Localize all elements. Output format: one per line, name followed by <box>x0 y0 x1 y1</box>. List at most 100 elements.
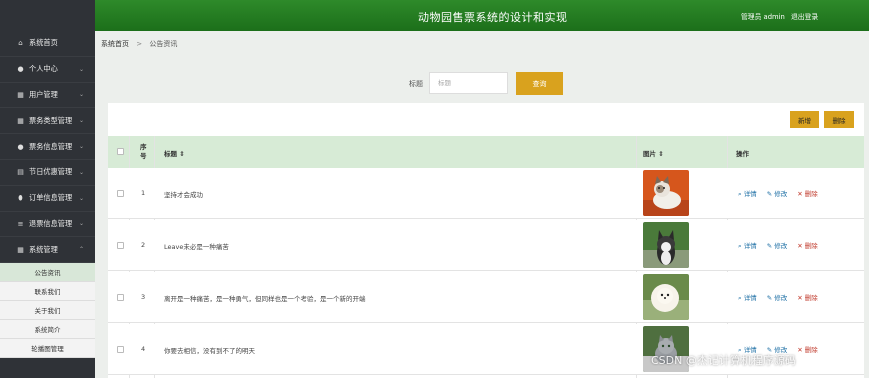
sidebar-item[interactable]: ▦ 用户管理 ⌄ <box>0 83 95 109</box>
sidebar-item-label: 票务信息管理 <box>29 141 73 151</box>
column-title[interactable]: 标题 ⇕ <box>164 148 185 158</box>
row-index: 2 <box>141 241 146 249</box>
column-index: 序号 <box>140 143 147 160</box>
submenu-item[interactable]: 轮播图管理 <box>0 339 95 359</box>
view-button[interactable]: ⌕ 详情 <box>738 294 757 302</box>
search-title-input[interactable] <box>429 72 508 94</box>
app-title: 动物园售票系统的设计和实现 <box>418 11 568 24</box>
chevron-icon: ⌄ <box>78 220 84 228</box>
edit-label: 修改 <box>774 242 788 250</box>
close-icon: ✕ <box>797 190 805 198</box>
breadcrumb-home[interactable]: 系统首页 <box>101 40 129 48</box>
submenu-item[interactable]: 关于我们 <box>0 301 95 321</box>
main-content: 系统首页 > 公告资讯 标题 查询 新增 删除 序号 标题 ⇕ 图片 ⇕ 操作 … <box>95 31 869 378</box>
row-image[interactable] <box>643 222 689 268</box>
delete-label: 删除 <box>804 294 818 302</box>
row-checkbox[interactable] <box>117 190 124 197</box>
home-icon: ⌂ <box>18 39 23 48</box>
sidebar-item-label: 节日优惠管理 <box>29 167 73 177</box>
calendar-icon: ▤ <box>17 168 24 177</box>
row-index: 4 <box>141 345 146 353</box>
search-button[interactable]: 查询 <box>516 72 563 95</box>
row-index: 1 <box>141 189 146 197</box>
edit-label: 修改 <box>774 190 788 198</box>
row-image[interactable] <box>643 170 689 216</box>
delete-label: 删除 <box>804 190 818 198</box>
chevron-icon: ⌄ <box>78 194 84 202</box>
sidebar-item-label: 用户管理 <box>29 89 58 99</box>
view-label: 详情 <box>743 190 757 198</box>
delete-row-button[interactable]: ✕ 删除 <box>797 190 818 198</box>
sidebar-item-label: 个人中心 <box>29 64 58 74</box>
delete-row-button[interactable]: ✕ 删除 <box>797 346 818 354</box>
sidebar: ⌂ 系统首页 ● 个人中心 ⌄ ▦ 用户管理 ⌄ ▦ 票务类型管理 ⌄ ● 票务信息管理 ⌄ ▤ 节日优惠管理… <box>0 0 95 378</box>
submenu-item[interactable]: 联系我们 <box>0 282 95 302</box>
view-button[interactable]: ⌕ 详情 <box>738 242 757 250</box>
view-label: 详情 <box>743 294 757 302</box>
submenu-item[interactable]: 公告资讯 <box>0 263 95 283</box>
row-title: 坚持才会成功 <box>164 191 203 199</box>
view-button[interactable]: ⌕ 详情 <box>738 190 757 198</box>
row-actions: ⌕ 详情 ✎ 修改 ✕ 删除 <box>738 292 828 303</box>
sidebar-item[interactable]: ▦ 票务类型管理 ⌄ <box>0 108 95 135</box>
row-actions: ⌕ 详情 ✎ 修改 ✕ 删除 <box>738 188 828 199</box>
column-ops: 操作 <box>736 150 749 158</box>
chevron-icon: ⌄ <box>78 65 84 73</box>
row-title: Leave未必是一种痛苦 <box>164 243 229 251</box>
chevron-icon: ⌄ <box>78 143 84 151</box>
edit-button[interactable]: ✎ 修改 <box>767 294 788 302</box>
breadcrumb: 系统首页 > 公告资讯 <box>101 39 177 49</box>
submenu-item[interactable]: 系统简介 <box>0 320 95 340</box>
sidebar-item[interactable]: ▦ 系统管理 ⌃ <box>0 237 95 264</box>
sliders-icon: ≡ <box>17 219 24 228</box>
watermark: CSDN @杰记计算机程序源码 <box>651 354 796 367</box>
logout-link[interactable]: 退出登录 <box>791 11 818 21</box>
search-title-label: 标题 <box>409 80 423 88</box>
edit-button[interactable]: ✎ 修改 <box>767 190 788 198</box>
submenu-system: 公告资讯 联系我们 关于我们 系统简介 轮播图管理 <box>0 263 95 359</box>
sidebar-item-label: 系统首页 <box>29 38 58 48</box>
edit-button[interactable]: ✎ 修改 <box>767 242 788 250</box>
chevron-icon: ⌃ <box>78 246 84 254</box>
user-icon: ● <box>17 65 24 74</box>
table-row: 2 Leave未必是一种痛苦 ⌕ 详情 ✎ 修改 ✕ 删除 <box>108 220 864 271</box>
sidebar-item[interactable]: ▤ 节日优惠管理 ⌄ <box>0 160 95 186</box>
breadcrumb-current: 公告资讯 <box>149 40 178 48</box>
delete-row-button[interactable]: ✕ 删除 <box>797 242 818 250</box>
row-index: 3 <box>141 293 146 301</box>
delete-row-button[interactable]: ✕ 删除 <box>797 294 818 302</box>
sidebar-item[interactable]: ≡ 退票信息管理 ⌄ <box>0 212 95 238</box>
user-icon: ● <box>17 142 24 151</box>
table-row: 3 离开是一种痛苦，是一种勇气，但同样也是一个考验，是一个新的开端 ⌕ 详情 ✎ 修改… <box>108 272 864 323</box>
row-checkbox[interactable] <box>117 294 124 301</box>
close-icon: ✕ <box>797 242 805 250</box>
current-user: 管理员 admin <box>741 13 785 21</box>
sidebar-item-label: 订单信息管理 <box>29 193 73 203</box>
sidebar-item-label: 退票信息管理 <box>29 218 73 228</box>
chevron-icon: ⌄ <box>78 168 84 176</box>
row-title: 离开是一种痛苦，是一种勇气，但同样也是一个考验，是一个新的开端 <box>164 295 366 303</box>
grid-icon: ▦ <box>17 116 24 125</box>
sidebar-item[interactable]: ⬮ 订单信息管理 ⌄ <box>0 186 95 212</box>
row-checkbox[interactable] <box>117 242 124 249</box>
add-button[interactable]: 新增 <box>790 111 819 128</box>
chevron-icon: ⌄ <box>78 91 84 99</box>
delete-label: 删除 <box>804 242 818 250</box>
table-row: 1 坚持才会成功 ⌕ 详情 ✎ 修改 ✕ 删除 <box>108 168 864 219</box>
grid-icon: ▦ <box>17 245 24 254</box>
delete-button[interactable]: 删除 <box>824 111 854 128</box>
view-label: 详情 <box>743 242 757 250</box>
row-title: 你要去相信，没有到不了的明天 <box>164 347 255 355</box>
table-header: 序号 标题 ⇕ 图片 ⇕ 操作 <box>108 136 864 168</box>
sidebar-item[interactable]: ● 票务信息管理 ⌄ <box>0 134 95 160</box>
row-actions: ⌕ 详情 ✎ 修改 ✕ 删除 <box>738 240 828 251</box>
select-all-checkbox[interactable] <box>117 148 124 155</box>
sidebar-item[interactable]: ● 个人中心 ⌄ <box>0 57 95 83</box>
pin-icon: ⬮ <box>18 193 23 202</box>
sidebar-item-label: 系统管理 <box>29 244 58 254</box>
sidebar-item[interactable]: ⌂ 系统首页 <box>0 31 95 57</box>
top-header: 动物园售票系统的设计和实现 管理员 admin 退出登录 <box>95 0 869 31</box>
row-checkbox[interactable] <box>117 346 124 353</box>
column-image[interactable]: 图片 ⇕ <box>643 148 664 158</box>
row-image[interactable] <box>643 274 689 320</box>
